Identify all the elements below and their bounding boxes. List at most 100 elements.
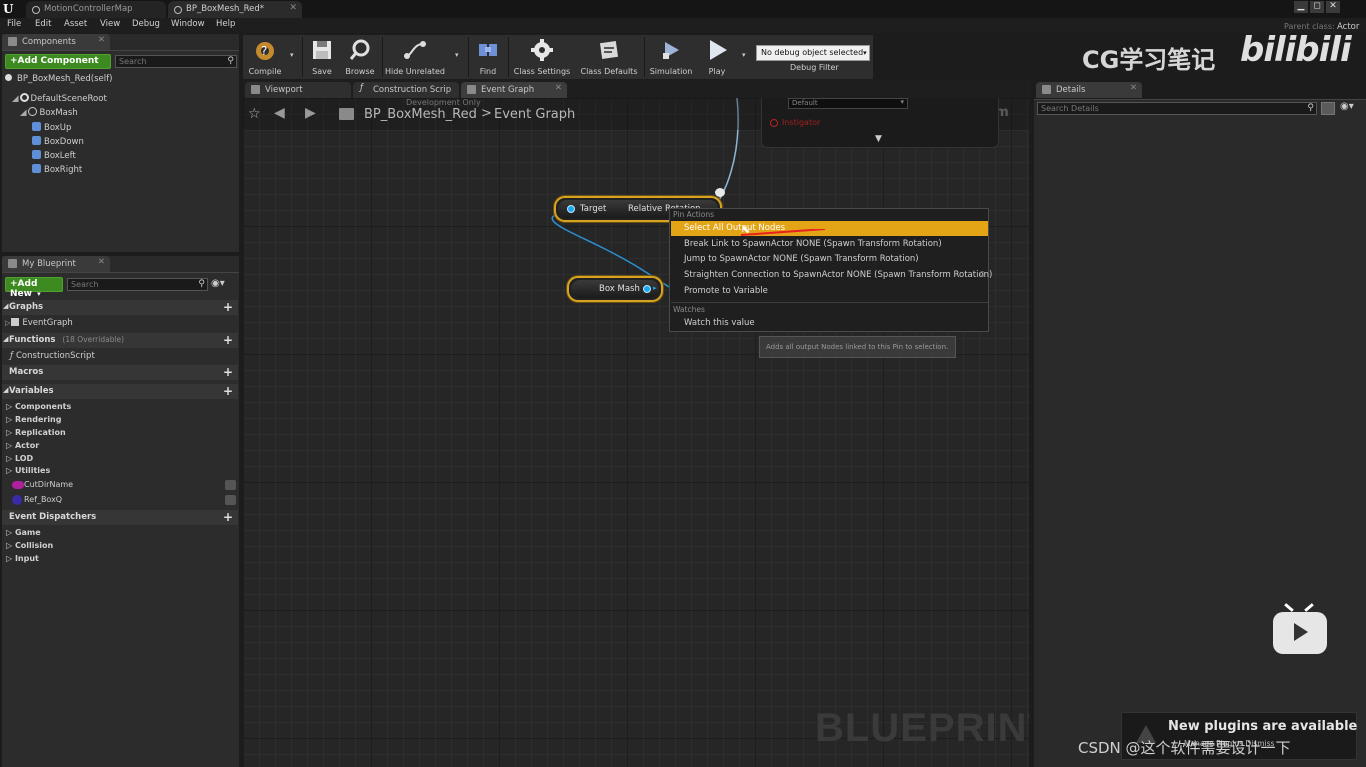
menu-item-watch-this-value[interactable]: Watch this value (671, 316, 988, 331)
var-category-actor[interactable]: ▷ Actor (6, 441, 39, 450)
hide-unrelated-button[interactable]: Hide Unrelated (384, 35, 446, 79)
tree-item-boxmash[interactable]: ◢ BoxMash (20, 107, 78, 118)
menu-asset[interactable]: Asset (64, 19, 87, 29)
hide-unrelated-arrow-icon[interactable]: ▾ (455, 51, 459, 59)
maximize-icon[interactable]: ◻ (1310, 1, 1324, 13)
add-new-button[interactable]: +Add New ▾ (5, 277, 63, 299)
menu-window[interactable]: Window (171, 19, 205, 29)
dispatcher-category-input[interactable]: ▷ Input (6, 554, 39, 563)
play-button[interactable]: Play (699, 35, 735, 79)
tab-my-blueprint[interactable]: My Blueprint ✕ (2, 256, 110, 272)
add-graph-icon[interactable]: + (223, 300, 233, 314)
find-button[interactable]: Find (471, 35, 505, 79)
expand-arrow-icon[interactable]: ◢ (20, 108, 27, 118)
box-mash-variable-node[interactable]: Box Mash ▸ (567, 276, 663, 302)
tree-item-defaultsceneroot[interactable]: ◢ DefaultSceneRoot (12, 93, 107, 104)
box-mash-output-pin-icon[interactable] (643, 285, 651, 293)
section-functions[interactable]: ◢ Functions (18 Overridable) + (2, 333, 238, 348)
event-graph-canvas[interactable]: ☆ ◀ ▶ BP_BoxMesh_Red > Event Graph Devel… (243, 98, 1029, 767)
forward-arrow-icon[interactable]: ▶ (305, 105, 316, 121)
add-component-button[interactable]: +Add Component (5, 54, 111, 69)
view-options-eye-icon[interactable]: ◉▾ (1340, 101, 1354, 112)
class-settings-button[interactable]: Class Settings (511, 35, 573, 79)
save-button[interactable]: Save (305, 35, 339, 79)
menu-item-straighten-connection[interactable]: Straighten Connection to SpawnActor NONE… (671, 268, 992, 283)
expand-arrow-icon[interactable]: ◢ (12, 94, 19, 104)
target-pin-icon[interactable] (567, 205, 575, 213)
var-category-components[interactable]: ▷ Components (6, 402, 71, 411)
add-macro-icon[interactable]: + (223, 365, 233, 379)
var-category-lod[interactable]: ▷ LOD (6, 454, 33, 463)
menu-view[interactable]: View (100, 19, 120, 29)
section-event-dispatchers[interactable]: Event Dispatchers + (2, 510, 238, 525)
menu-debug[interactable]: Debug (132, 19, 160, 29)
tree-item-boxright[interactable]: BoxRight (32, 164, 82, 175)
components-search-input[interactable]: Search ⚲ (115, 55, 237, 68)
close-tab-icon[interactable]: ✕ (555, 83, 562, 93)
menu-item-break-link[interactable]: Break Link to SpawnActor NONE (Spawn Tra… (671, 237, 988, 252)
instigator-pin-icon[interactable] (770, 119, 778, 127)
browse-button[interactable]: Browse (341, 35, 379, 79)
visibility-toggle-icon[interactable] (225, 495, 236, 505)
tab-details[interactable]: Details ✕ (1036, 82, 1142, 98)
add-dispatcher-icon[interactable]: + (223, 510, 233, 524)
tree-item-boxleft[interactable]: BoxLeft (32, 150, 76, 161)
collision-dropdown[interactable]: Default ▾ (788, 98, 908, 109)
unreal-logo-icon[interactable]: U (3, 2, 17, 16)
view-options-eye-icon[interactable]: ◉▾ (211, 278, 225, 289)
simulation-button[interactable]: Simulation (647, 35, 695, 79)
breadcrumb-current[interactable]: Event Graph (494, 107, 575, 122)
add-function-icon[interactable]: + (223, 333, 233, 347)
visibility-toggle-icon[interactable] (225, 480, 236, 490)
parent-class-value[interactable]: Actor (1337, 22, 1359, 32)
breadcrumb-root[interactable]: BP_BoxMesh_Red (364, 107, 477, 122)
tab-components[interactable]: Components ✕ (2, 34, 110, 50)
overridable-count[interactable]: (18 Overridable) (62, 335, 124, 344)
close-panel-icon[interactable]: ✕ (98, 35, 105, 45)
menu-item-jump-to[interactable]: Jump to SpawnActor NONE (Spawn Transform… (671, 252, 988, 267)
section-macros[interactable]: Macros + (2, 365, 238, 380)
minimize-icon[interactable]: ▁ (1294, 1, 1308, 13)
play-options-arrow-icon[interactable]: ▾ (742, 51, 746, 59)
variable-ref-boxq[interactable]: Ref_BoxQ (4, 493, 240, 507)
tab-construction-script[interactable]: ƒ Construction Scrip (353, 82, 459, 98)
back-arrow-icon[interactable]: ◀ (274, 105, 285, 121)
var-category-replication[interactable]: ▷ Replication (6, 428, 66, 437)
menu-item-promote-to-variable[interactable]: Promote to Variable (671, 284, 988, 299)
var-category-rendering[interactable]: ▷ Rendering (6, 415, 61, 424)
debug-object-dropdown[interactable]: No debug object selected▾ (756, 45, 870, 61)
dispatcher-category-collision[interactable]: ▷ Collision (6, 541, 53, 550)
menu-file[interactable]: File (7, 19, 21, 29)
close-panel-icon[interactable]: ✕ (1130, 83, 1137, 93)
compile-options-arrow-icon[interactable]: ▾ (290, 51, 294, 59)
add-variable-icon[interactable]: + (223, 384, 233, 398)
self-row[interactable]: BP_BoxMesh_Red(self) (5, 74, 112, 84)
section-graphs[interactable]: ◢ Graphs + (2, 300, 238, 315)
close-panel-icon[interactable]: ✕ (98, 257, 105, 267)
close-window-icon[interactable]: ✕ (1326, 1, 1340, 13)
close-tab-icon[interactable]: ✕ (289, 3, 297, 13)
dispatcher-category-game[interactable]: ▷ Game (6, 528, 41, 537)
menu-edit[interactable]: Edit (35, 19, 51, 29)
tab-event-graph[interactable]: Event Graph ✕ (461, 82, 567, 98)
menu-help[interactable]: Help (216, 19, 235, 29)
favorite-star-icon[interactable]: ☆ (248, 106, 261, 122)
compile-button[interactable]: ? Compile (245, 35, 285, 79)
details-search-input[interactable]: Search Details ⚲ (1037, 102, 1317, 115)
var-category-utilities[interactable]: ▷ Utilities (6, 466, 50, 475)
tree-item-boxdown[interactable]: BoxDown (32, 136, 84, 147)
doc-tab-motioncontrollermap[interactable]: MotionControllerMap (26, 1, 166, 18)
advanced-expand-icon[interactable]: ▼ (875, 134, 882, 144)
property-matrix-icon[interactable] (1321, 102, 1335, 115)
variable-cutdirname[interactable]: CutDirName (4, 478, 240, 492)
function-item-constructionscript[interactable]: ƒ ConstructionScript (10, 351, 95, 361)
blueprint-search-input[interactable]: Search ⚲ (67, 278, 208, 291)
wire-knot-icon[interactable] (715, 188, 725, 197)
section-variables[interactable]: ◢ Variables + (2, 384, 238, 399)
doc-tab-bp-boxmesh-red[interactable]: BP_BoxMesh_Red* ✕ (168, 1, 302, 18)
tree-item-boxup[interactable]: BoxUp (32, 122, 71, 133)
graph-item-eventgraph[interactable]: ▷ EventGraph (5, 318, 73, 328)
class-defaults-button[interactable]: Class Defaults (577, 35, 641, 79)
menu-item-select-all-output-nodes[interactable]: Select All Output Nodes ⬉ (671, 221, 988, 236)
tab-viewport[interactable]: Viewport (245, 82, 351, 98)
